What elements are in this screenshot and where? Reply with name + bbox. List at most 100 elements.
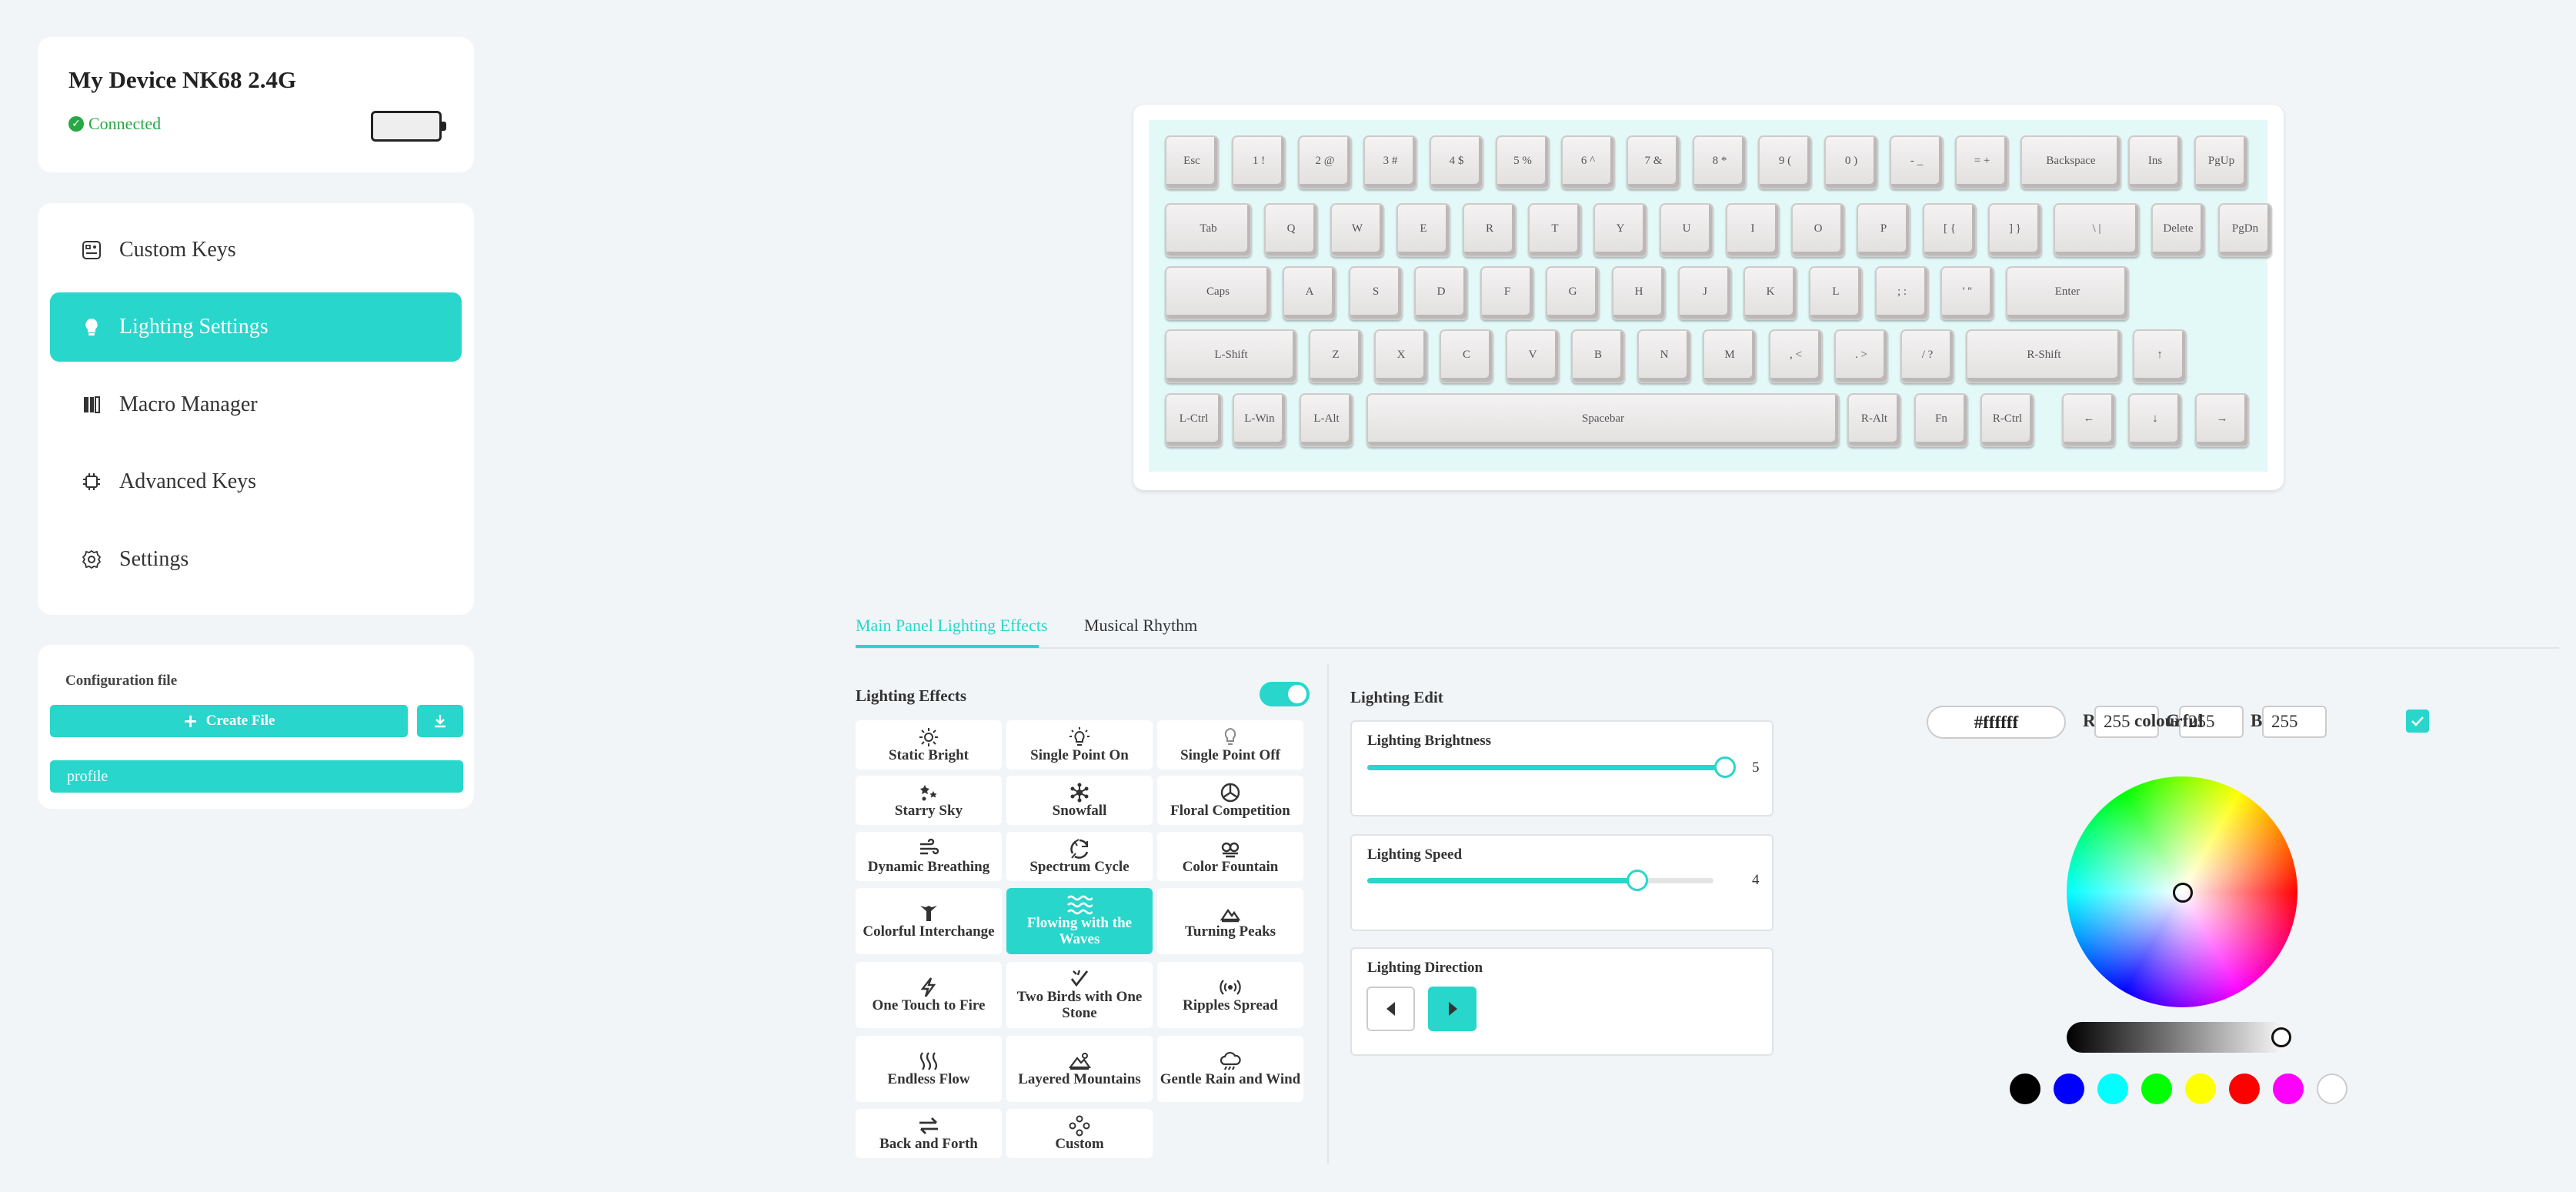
effect-dynamic-breathing[interactable]: Dynamic Breathing (856, 832, 1002, 881)
key[interactable]: T (1528, 203, 1582, 257)
sidebar-item-advanced-keys[interactable]: Advanced Keys (50, 447, 462, 516)
color-swatch[interactable] (2185, 1073, 2216, 1104)
speed-slider-thumb[interactable] (1627, 870, 1648, 891)
key[interactable]: - _ (1890, 135, 1944, 189)
colourful-checkbox[interactable] (2406, 710, 2429, 733)
key[interactable]: R-Ctrl (1980, 393, 2034, 447)
key[interactable]: K (1743, 266, 1797, 320)
effect-turning-peaks[interactable]: Turning Peaks (1157, 888, 1303, 954)
key[interactable]: R (1463, 203, 1517, 257)
key[interactable]: ] } (1988, 203, 2042, 257)
color-swatch[interactable] (2273, 1073, 2304, 1104)
effect-color-fountain[interactable]: Color Fountain (1157, 832, 1303, 881)
hex-color-input[interactable]: #ffffff (1927, 706, 2066, 739)
key[interactable]: A (1283, 266, 1336, 320)
effect-single-point-on[interactable]: Single Point On (1006, 720, 1153, 770)
key[interactable]: R-Shift (1966, 329, 2122, 383)
key[interactable]: I (1726, 203, 1780, 257)
effect-ripples-spread[interactable]: Ripples Spread (1157, 962, 1303, 1028)
key[interactable]: Fn (1914, 393, 1968, 447)
key[interactable]: , < (1769, 329, 1823, 383)
key[interactable]: ; : (1875, 266, 1929, 320)
key[interactable]: Ins (2128, 135, 2182, 189)
key[interactable]: L-Shift (1165, 329, 1297, 383)
key[interactable]: W (1330, 203, 1384, 257)
key[interactable]: M (1703, 329, 1757, 383)
effect-gentle-rain-and-wind[interactable]: Gentle Rain and Wind (1157, 1036, 1303, 1102)
key[interactable]: R-Alt (1847, 393, 1901, 447)
direction-right-button[interactable] (1428, 987, 1477, 1031)
b-input[interactable]: 255 (2262, 706, 2327, 738)
color-swatch[interactable] (2097, 1073, 2128, 1104)
brightness-slider[interactable] (1367, 756, 1736, 778)
effect-starry-sky[interactable]: Starry Sky (856, 776, 1002, 825)
key[interactable]: 0 ) (1824, 135, 1878, 189)
effect-single-point-off[interactable]: Single Point Off (1157, 720, 1303, 770)
key[interactable]: V (1506, 329, 1560, 383)
lighting-effects-toggle[interactable] (1260, 682, 1310, 706)
key[interactable]: S (1349, 266, 1403, 320)
speed-slider[interactable] (1367, 870, 1713, 891)
key[interactable]: \ | (2054, 203, 2140, 257)
key[interactable]: H (1612, 266, 1666, 320)
sidebar-item-macro-manager[interactable]: Macro Manager (50, 370, 462, 439)
create-file-button[interactable]: + Create File (50, 705, 408, 737)
effect-one-touch-to-fire[interactable]: One Touch to Fire (856, 962, 1002, 1028)
key[interactable]: 4 $ (1430, 135, 1483, 189)
key[interactable]: PgDn (2218, 203, 2272, 257)
key[interactable]: L-Win (1233, 393, 1286, 447)
effect-custom[interactable]: Custom (1006, 1109, 1153, 1158)
effect-flowing-with-the-waves[interactable]: Flowing with the Waves (1006, 888, 1153, 954)
key[interactable]: Backspace (2020, 135, 2121, 189)
key[interactable]: Tab (1165, 203, 1252, 257)
sidebar-item-settings[interactable]: Settings (50, 525, 462, 594)
brightness-slider-thumb[interactable] (1714, 756, 1736, 778)
key[interactable]: / ? (1900, 329, 1954, 383)
color-swatch[interactable] (2229, 1073, 2260, 1104)
key[interactable]: ↑ (2133, 329, 2187, 383)
key[interactable]: C (1440, 329, 1493, 383)
download-button[interactable] (417, 705, 463, 737)
key[interactable]: Y (1593, 203, 1647, 257)
color-swatch[interactable] (2010, 1073, 2040, 1104)
key[interactable]: ' " (1940, 266, 1994, 320)
direction-left-button[interactable] (1366, 987, 1415, 1031)
tab-musical-rhythm[interactable]: Musical Rhythm (1084, 616, 1197, 636)
key[interactable]: 3 # (1363, 135, 1417, 189)
color-swatch[interactable] (2054, 1073, 2084, 1104)
sidebar-item-custom-keys[interactable]: Custom Keys (50, 215, 462, 285)
key[interactable]: Caps (1165, 266, 1271, 320)
key[interactable]: 2 @ (1298, 135, 1352, 189)
key[interactable]: 8 * (1693, 135, 1747, 189)
key[interactable]: PgUp (2194, 135, 2248, 189)
effect-snowfall[interactable]: Snowfall (1006, 776, 1153, 825)
key[interactable]: L-Ctrl (1165, 393, 1223, 447)
color-swatch[interactable] (2317, 1073, 2347, 1104)
color-brightness-thumb[interactable] (2271, 1027, 2291, 1047)
effect-endless-flow[interactable]: Endless Flow (856, 1036, 1002, 1102)
sidebar-item-lighting-settings[interactable]: Lighting Settings (50, 292, 462, 362)
key[interactable]: ↓ (2128, 393, 2182, 447)
key[interactable]: Z (1309, 329, 1363, 383)
effect-back-and-forth[interactable]: Back and Forth (856, 1109, 1002, 1158)
key[interactable]: L-Alt (1300, 393, 1353, 447)
color-brightness-bar[interactable] (2067, 1022, 2290, 1053)
key[interactable]: E (1396, 203, 1450, 257)
key[interactable]: P (1857, 203, 1910, 257)
key[interactable]: N (1637, 329, 1691, 383)
key[interactable]: O (1791, 203, 1845, 257)
key[interactable]: Spacebar (1366, 393, 1840, 447)
key[interactable]: D (1414, 266, 1468, 320)
key[interactable]: U (1660, 203, 1713, 257)
effect-two-birds-with-one-stone[interactable]: Two Birds with One Stone (1006, 962, 1153, 1028)
key[interactable]: [ { (1923, 203, 1977, 257)
key[interactable]: G (1546, 266, 1600, 320)
key[interactable]: B (1571, 329, 1625, 383)
effect-static-bright[interactable]: Static Bright (856, 720, 1002, 770)
key[interactable]: . > (1834, 329, 1888, 383)
key[interactable]: J (1678, 266, 1732, 320)
key[interactable]: Enter (2006, 266, 2129, 320)
key[interactable]: 7 & (1627, 135, 1680, 189)
key[interactable]: 9 ( (1758, 135, 1812, 189)
key[interactable]: X (1374, 329, 1428, 383)
